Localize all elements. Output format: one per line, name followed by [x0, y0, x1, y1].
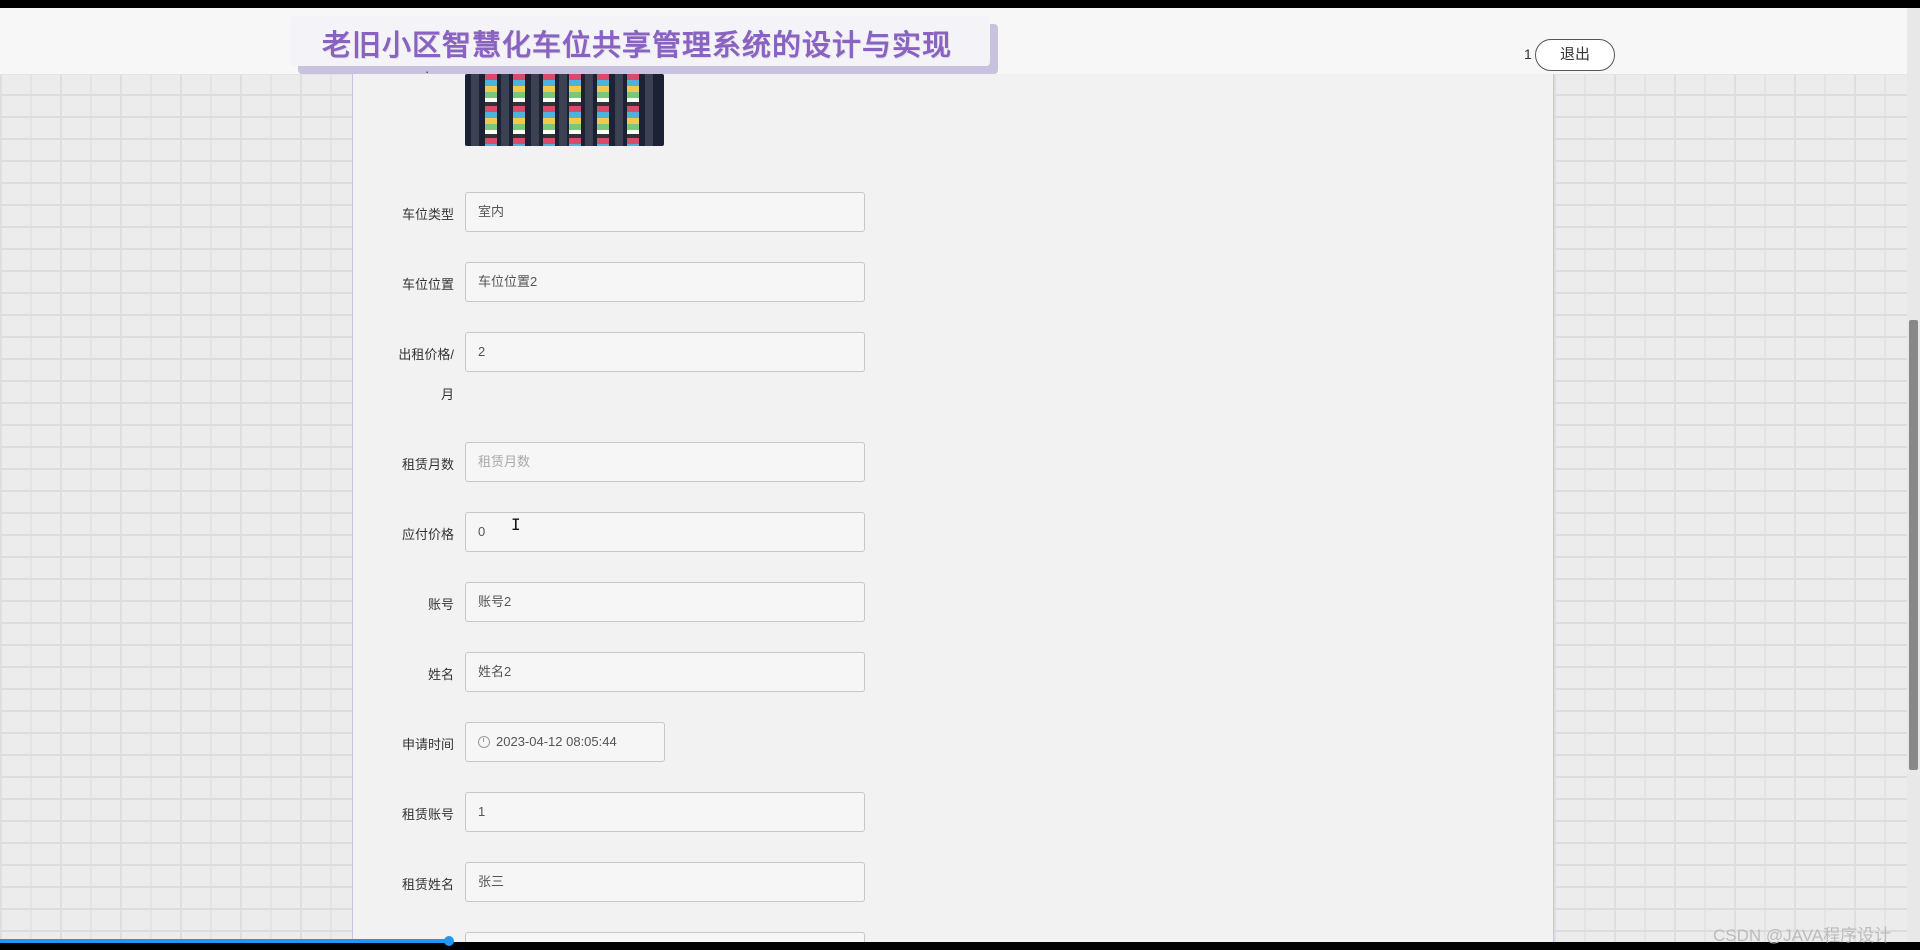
form-row-name: 姓名 姓名2	[352, 652, 1252, 692]
app-header: 老旧小区智慧化车位共享管理系统的设计与实现 1 退出	[0, 8, 1920, 75]
top-strip	[0, 0, 1920, 8]
form-row-account: 账号 账号2	[352, 582, 1252, 622]
brick-pattern-left	[0, 74, 352, 942]
form-row-lease-months: 租赁月数 租赁月数	[352, 442, 1252, 482]
form-row-lessee-name: 租赁姓名 张三	[352, 862, 1252, 902]
brick-pattern-right	[1554, 74, 1907, 942]
next-field-input[interactable]	[465, 932, 865, 942]
field-label: 租赁月数	[401, 457, 454, 472]
form-row-lessee-account: 租赁账号 1	[352, 792, 1252, 832]
field-label: 出租价格/	[398, 347, 454, 362]
lessee-account-input[interactable]: 1	[465, 792, 865, 832]
form-row-apply-time: 申请时间 2023-04-12 08:05:44	[352, 722, 1252, 762]
form-row-partial	[352, 932, 1252, 942]
lease-months-input[interactable]: 租赁月数	[465, 442, 865, 482]
watermark: CSDN @JAVA程序设计	[1713, 926, 1892, 945]
form-row-payable-price: 应付价格 0	[352, 512, 1252, 552]
scrollbar-thumb[interactable]	[1909, 320, 1918, 770]
field-label: 应付价格	[401, 527, 454, 542]
name-input[interactable]: 姓名2	[465, 652, 865, 692]
apply-time-input[interactable]: 2023-04-12 08:05:44	[465, 722, 665, 762]
field-label-line2: 月	[440, 387, 454, 402]
field-label: 车位类型	[401, 207, 454, 222]
screen: 老旧小区智慧化车位共享管理系统的设计与实现 1 退出 · 车位类型 室内 车位位…	[0, 0, 1920, 950]
text-cursor-icon: I	[511, 515, 521, 534]
form-row-parking-location: 车位位置 车位位置2	[352, 262, 1252, 302]
field-label: 租赁姓名	[401, 877, 454, 892]
page-scrollbar[interactable]	[1907, 8, 1920, 942]
logout-button[interactable]: 退出	[1535, 39, 1615, 71]
clock-icon	[478, 736, 490, 748]
form-row-rent-price: 出租价格/ 月 2	[352, 332, 1252, 412]
title-box: 老旧小区智慧化车位共享管理系统的设计与实现	[290, 16, 990, 66]
form-row-parking-type: 车位类型 室内	[352, 192, 1252, 232]
field-label: 申请时间	[401, 737, 454, 752]
field-label: 租赁账号	[401, 807, 454, 822]
account-input[interactable]: 账号2	[465, 582, 865, 622]
bottom-strip	[0, 942, 1920, 950]
user-number: 1	[1524, 46, 1532, 62]
video-progress-handle[interactable]	[444, 936, 454, 946]
video-progress-bar[interactable]	[0, 939, 452, 943]
field-label: 车位位置	[401, 277, 454, 292]
lessee-name-input[interactable]: 张三	[465, 862, 865, 902]
image-field-label-partial: ·	[425, 64, 430, 79]
parking-type-input[interactable]: 室内	[465, 192, 865, 232]
payable-price-input[interactable]: 0	[465, 512, 865, 552]
parking-photo	[465, 74, 664, 146]
field-label: 姓名	[427, 667, 454, 682]
parking-location-input[interactable]: 车位位置2	[465, 262, 865, 302]
field-label: 账号	[427, 597, 454, 612]
apply-time-value: 2023-04-12 08:05:44	[496, 734, 617, 749]
rent-price-input[interactable]: 2	[465, 332, 865, 372]
app-title: 老旧小区智慧化车位共享管理系统的设计与实现	[322, 30, 953, 62]
